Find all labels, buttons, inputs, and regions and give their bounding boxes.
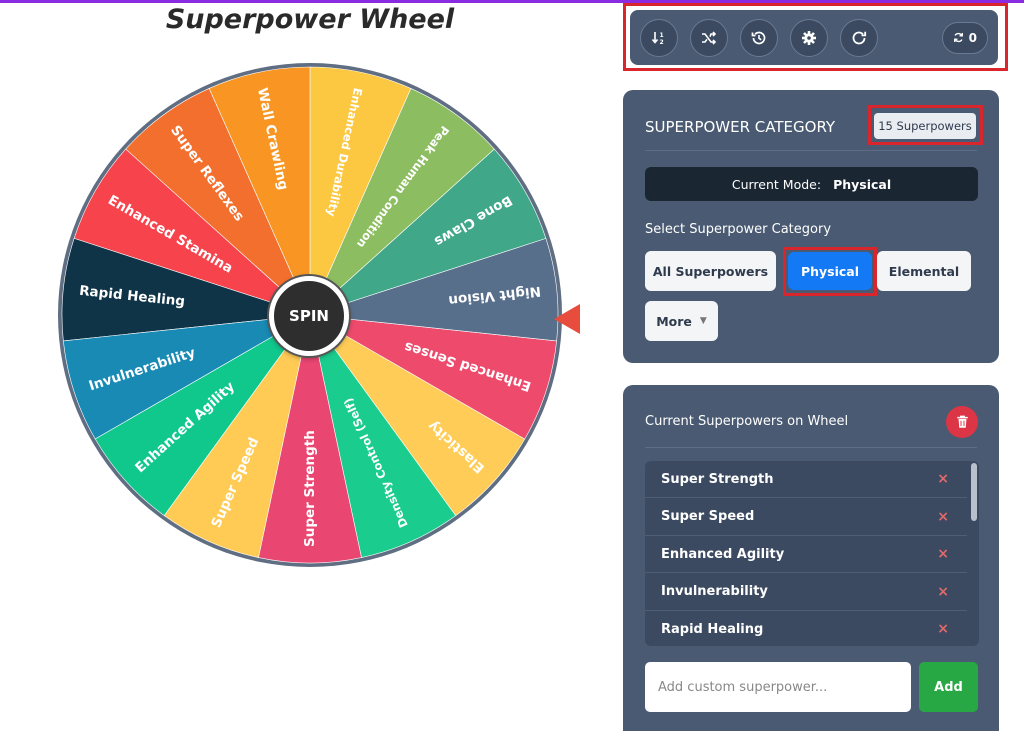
category-elemental-button[interactable]: Elemental [877, 251, 971, 291]
remove-item-button[interactable]: × [937, 509, 949, 525]
spin-button[interactable]: SPIN [269, 276, 349, 356]
list-item: Rapid Healing × [645, 611, 967, 646]
remove-item-button[interactable]: × [937, 471, 949, 487]
sort-button[interactable]: 12 [640, 18, 678, 57]
wheel-segment-label: Super Strength [302, 430, 318, 547]
category-panel: SUPERPOWER CATEGORY 15 Superpowers Curre… [623, 90, 999, 363]
refresh-icon [953, 32, 963, 43]
select-category-label: Select Superpower Category [645, 222, 832, 237]
superpower-count-badge: 15 Superpowers [874, 113, 976, 139]
custom-superpower-input[interactable] [645, 662, 911, 712]
remove-item-button[interactable]: × [937, 546, 949, 562]
caret-down-icon: ▼ [699, 316, 707, 326]
list-scrollbar[interactable] [971, 463, 977, 521]
superpower-list: Super Strength × Super Speed × Enhanced Agil… [645, 461, 979, 646]
list-item: Invulnerability × [645, 574, 967, 611]
current-mode-display: Current Mode: Physical [645, 167, 978, 201]
list-item: Super Strength × [645, 461, 967, 498]
list-item-label: Invulnerability [661, 584, 768, 599]
list-item-label: Super Strength [661, 471, 774, 487]
superpower-list-panel: Current Superpowers on Wheel Super Stren… [623, 385, 999, 731]
history-icon [751, 31, 766, 44]
add-button[interactable]: Add [919, 662, 978, 712]
svg-text:2: 2 [660, 39, 664, 46]
shuffle-button[interactable] [690, 18, 728, 57]
wheel-pointer [554, 304, 580, 334]
list-item-label: Rapid Healing [661, 621, 764, 637]
shuffle-icon [702, 30, 717, 45]
settings-button[interactable] [790, 18, 828, 57]
history-button[interactable] [740, 18, 778, 57]
divider [645, 150, 977, 151]
list-item: Enhanced Agility × [645, 536, 967, 573]
list-item: Super Speed × [645, 499, 967, 536]
mode-label: Current Mode: [731, 176, 822, 192]
spin-counter-badge: 0 [941, 21, 988, 54]
trash-icon [956, 415, 968, 428]
category-all-button[interactable]: All Superpowers [645, 251, 776, 291]
category-more-dropdown[interactable]: More ▼ [645, 301, 718, 341]
svg-text:1: 1 [660, 32, 664, 39]
category-title: SUPERPOWER CATEGORY [645, 118, 836, 136]
divider [645, 447, 977, 448]
list-item-label: Enhanced Agility [661, 546, 785, 562]
gear-icon [802, 30, 816, 45]
wheel-toolbar: 12 0 [630, 10, 998, 65]
category-physical-button[interactable]: Physical [788, 252, 872, 290]
redo-button[interactable] [840, 18, 878, 57]
spin-counter-value: 0 [968, 30, 977, 45]
list-item-label: Super Speed [661, 509, 755, 524]
more-label: More [656, 313, 692, 329]
redo-icon [852, 31, 867, 44]
page-title: Superpower Wheel [165, 4, 455, 35]
remove-item-button[interactable]: × [937, 621, 949, 637]
clear-all-button[interactable] [946, 406, 978, 438]
mode-value: Physical [833, 176, 892, 192]
sort-icon: 12 [651, 31, 664, 46]
list-title: Current Superpowers on Wheel [645, 414, 849, 429]
remove-item-button[interactable]: × [937, 584, 949, 600]
